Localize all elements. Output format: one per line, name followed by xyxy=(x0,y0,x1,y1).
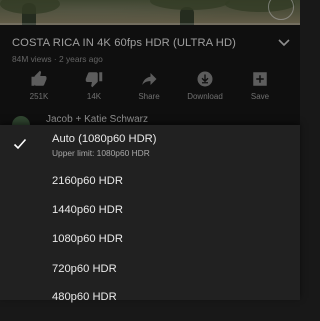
quality-option-label: 2160p60 HDR xyxy=(52,175,123,187)
quality-option-label: 720p60 HDR xyxy=(52,263,117,275)
quality-option-sublabel: Upper limit: 1080p60 HDR xyxy=(52,148,150,158)
checkmark-icon xyxy=(13,138,27,150)
quality-option-1440p60[interactable]: 1440p60 HDR xyxy=(0,204,300,234)
quality-option-2160p60[interactable]: 2160p60 HDR xyxy=(0,175,300,205)
quality-option-480p60[interactable]: 480p60 HDR xyxy=(0,291,300,321)
quality-option-label: 480p60 HDR xyxy=(52,291,117,303)
modal-scrim[interactable] xyxy=(0,0,300,125)
quality-option-auto[interactable]: Auto (1080p60 HDR) Upper limit: 1080p60 … xyxy=(0,133,300,163)
quality-option-label: Auto (1080p60 HDR) xyxy=(52,133,157,145)
quality-option-label: 1080p60 HDR xyxy=(52,233,123,245)
quality-option-1080p60[interactable]: 1080p60 HDR xyxy=(0,233,300,263)
quality-bottom-sheet: Auto (1080p60 HDR) Upper limit: 1080p60 … xyxy=(0,125,300,303)
quality-option-label: 1440p60 HDR xyxy=(52,204,123,216)
quality-option-720p60[interactable]: 720p60 HDR xyxy=(0,263,300,293)
